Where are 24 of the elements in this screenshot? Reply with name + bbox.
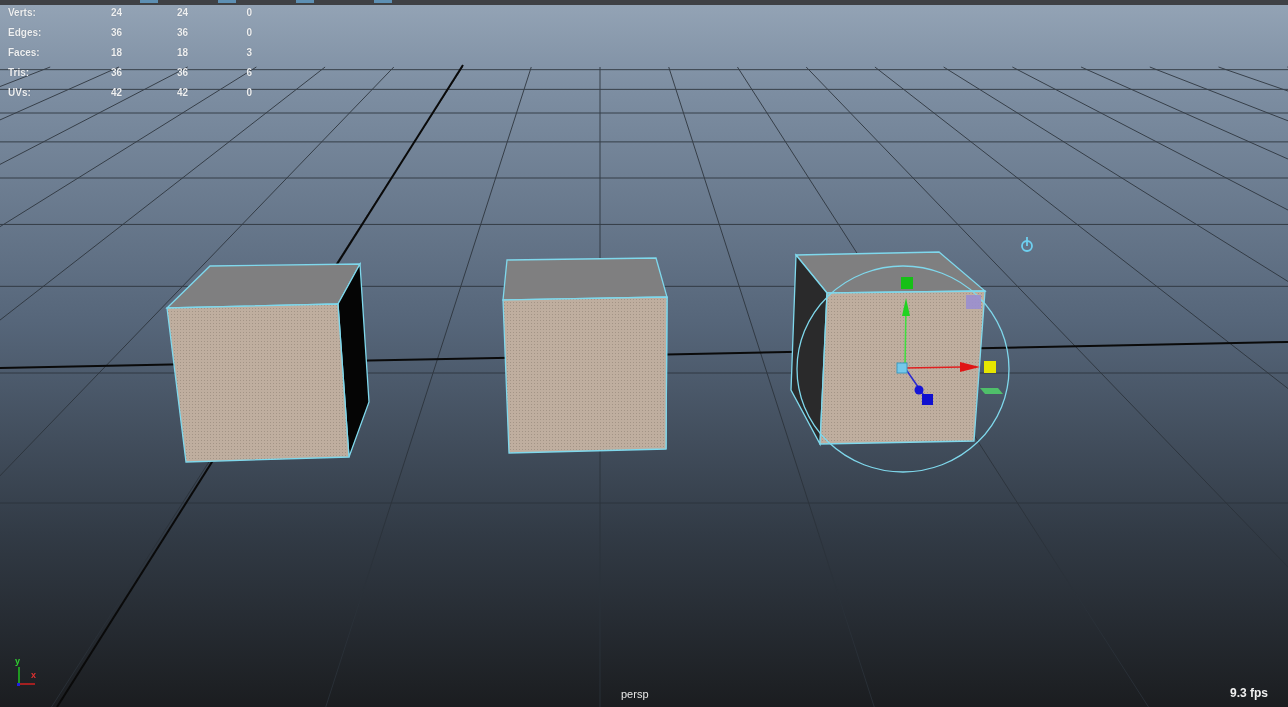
stat-value: 36: [175, 66, 188, 80]
stat-value: 18: [175, 46, 188, 60]
stat-value: 36: [109, 26, 122, 40]
stat-value: 3: [245, 46, 252, 60]
stat-value: 42: [175, 86, 188, 100]
stat-value: 36: [175, 26, 188, 40]
camera-label: persp: [621, 688, 649, 700]
stat-label: UVs:: [8, 86, 32, 100]
stat-label: Tris:: [8, 66, 31, 80]
stat-value: 24: [109, 6, 122, 20]
stat-value: 0: [245, 86, 252, 100]
stat-value: 0: [245, 26, 252, 40]
stat-value: 36: [109, 66, 122, 80]
stat-value: 42: [109, 86, 122, 100]
stat-value: 24: [175, 6, 188, 20]
stat-label: Edges:: [8, 26, 43, 40]
axis-label: y: [15, 657, 20, 666]
stat-label: Verts:: [8, 6, 37, 20]
fps-readout: 9.3 fps: [1230, 686, 1268, 700]
stat-label: Faces:: [8, 46, 41, 60]
axis-label: x: [31, 671, 36, 680]
stat-value: 18: [109, 46, 122, 60]
stat-value: 6: [245, 66, 252, 80]
stat-value: 0: [245, 6, 252, 20]
